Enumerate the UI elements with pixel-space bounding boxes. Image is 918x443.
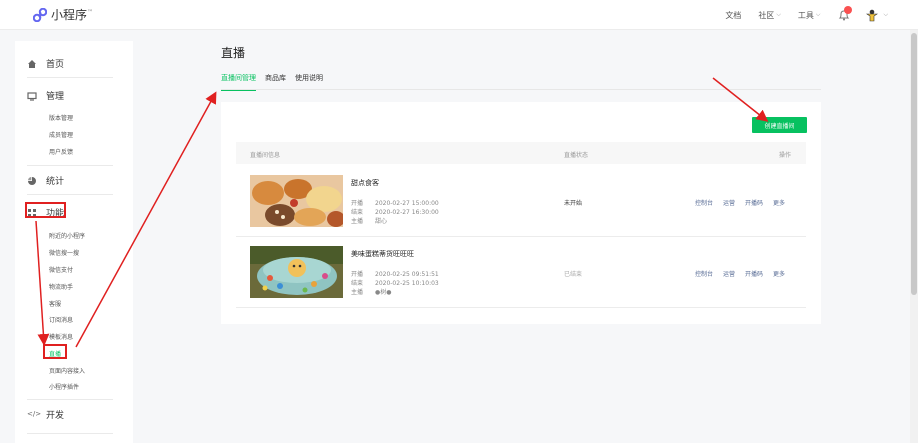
- sidebar-item-subscribe[interactable]: 订阅消息: [49, 315, 73, 324]
- annotation-box-live: [43, 344, 67, 359]
- end-time: 结束 2020-02-25 10:10:03: [351, 280, 439, 287]
- sidebar-item-template[interactable]: 模板消息: [49, 332, 73, 341]
- tab-divider: [221, 89, 821, 90]
- broadcast-code-link[interactable]: 开播码: [745, 198, 763, 207]
- table-row: 美味蛋糕蒂货旺旺旺 开播 2020-02-25 09:51:51 结束 2020-0…: [236, 239, 806, 308]
- create-live-room-button[interactable]: 创建直播间: [752, 117, 807, 133]
- operate-link[interactable]: 运营: [723, 198, 735, 207]
- sidebar-item-version[interactable]: 版本管理: [49, 113, 73, 122]
- chevron-down-icon: ⌵: [776, 11, 781, 18]
- sidebar-item-nearby[interactable]: 附近的小程序: [49, 231, 85, 240]
- nav-tools[interactable]: 工具 ⌵: [798, 10, 821, 21]
- monitor-icon: [27, 91, 37, 101]
- column-header-ops: 操作: [779, 152, 792, 159]
- divider: [27, 194, 113, 195]
- host-name: 主播 甜心: [351, 218, 388, 225]
- sidebar-item-manage[interactable]: 管理: [27, 89, 64, 102]
- more-link[interactable]: 更多: [773, 269, 785, 278]
- top-bar: 小程序™ 文档 社区 ⌵ 工具 ⌵ ⌵: [0, 0, 918, 30]
- divider: [27, 77, 113, 78]
- start-time: 开播 2020-02-25 09:51:51: [351, 271, 439, 278]
- nav-docs[interactable]: 文档: [725, 10, 741, 21]
- sidebar-item-feedback[interactable]: 用户反馈: [49, 147, 73, 156]
- sidebar-item-service[interactable]: 客服: [49, 299, 61, 308]
- sidebar-item-home[interactable]: 首页: [27, 57, 64, 70]
- end-time: 结束 2020-02-27 16:30:00: [351, 209, 439, 216]
- code-icon: </>: [27, 409, 42, 418]
- divider: [27, 399, 113, 400]
- sidebar-item-dev[interactable]: </> 开发: [27, 408, 64, 422]
- nav-community[interactable]: 社区 ⌵: [758, 10, 781, 21]
- divider: [27, 433, 113, 434]
- sidebar-item-logistics[interactable]: 物流助手: [49, 282, 73, 291]
- live-room-name: 甜点食客: [351, 179, 379, 187]
- sidebar-item-search[interactable]: 微信搜一搜: [49, 248, 79, 257]
- annotation-box-features: [25, 202, 66, 218]
- sidebar-item-content[interactable]: 页面内容接入: [49, 366, 85, 375]
- mini-program-icon: [33, 7, 47, 22]
- live-room-panel: 创建直播间 直播间信息 直播状态 操作 甜点食客 开播 2020-02-27 15…: [221, 102, 821, 324]
- live-room-cover-image: [250, 175, 343, 227]
- avatar[interactable]: [865, 8, 879, 22]
- scrollbar-thumb[interactable]: [911, 33, 917, 295]
- sidebar: 首页 管理 版本管理 成员管理 用户反馈 统计 功能 附近的小程序 微信搜一搜 …: [15, 41, 133, 443]
- operate-link[interactable]: 运营: [723, 269, 735, 278]
- home-icon: [28, 59, 36, 68]
- live-room-name: 美味蛋糕蒂货旺旺旺: [351, 250, 414, 258]
- column-header-status: 直播状态: [564, 152, 589, 159]
- table-row: 甜点食客 开播 2020-02-27 15:00:00 结束 2020-02-27 …: [236, 168, 806, 237]
- notification-bell-icon[interactable]: [837, 6, 853, 22]
- sidebar-item-plugin[interactable]: 小程序插件: [49, 382, 79, 391]
- sidebar-item-pay[interactable]: 微信支付: [49, 265, 73, 274]
- app-logo[interactable]: 小程序™: [33, 6, 93, 23]
- top-nav: 文档 社区 ⌵ 工具 ⌵ ⌵: [708, 0, 888, 30]
- status-badge: 已结束: [564, 271, 583, 278]
- status-badge: 未开始: [564, 200, 583, 207]
- sidebar-item-members[interactable]: 成员管理: [49, 130, 73, 139]
- more-link[interactable]: 更多: [773, 198, 785, 207]
- table-header: 直播间信息 直播状态 操作: [236, 142, 806, 164]
- live-room-cover-image: [250, 246, 343, 298]
- row-actions: 控制台 运营 开播码 更多: [695, 198, 795, 207]
- console-link[interactable]: 控制台: [695, 198, 713, 207]
- console-link[interactable]: 控制台: [695, 269, 713, 278]
- page-title: 直播: [221, 46, 246, 60]
- sidebar-item-stats[interactable]: 统计: [27, 174, 64, 187]
- app-name: 小程序™: [51, 8, 94, 22]
- chevron-down-icon: ⌵: [815, 11, 821, 18]
- row-actions: 控制台 运营 开播码 更多: [695, 269, 795, 278]
- pie-chart-icon: [28, 176, 36, 185]
- chevron-down-icon[interactable]: ⌵: [883, 11, 888, 19]
- broadcast-code-link[interactable]: 开播码: [745, 269, 763, 278]
- host-name: 主播 ●树●: [351, 289, 392, 296]
- divider: [27, 165, 113, 166]
- start-time: 开播 2020-02-27 15:00:00: [351, 200, 439, 207]
- column-header-info: 直播间信息: [250, 152, 281, 159]
